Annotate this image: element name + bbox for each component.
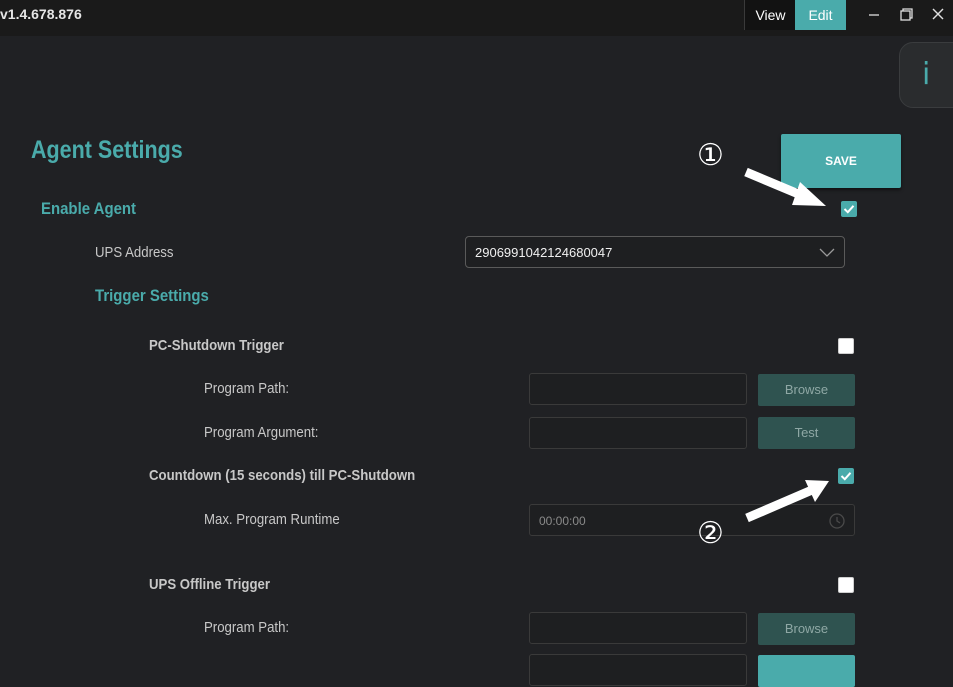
save-button[interactable]: SAVE: [781, 134, 901, 188]
ups-offline-trigger-checkbox[interactable]: [838, 577, 854, 593]
chevron-down-icon: [819, 248, 835, 257]
ups-offline-browse-button[interactable]: Browse: [758, 613, 855, 645]
annotation-arrows: [744, 167, 829, 523]
max-program-runtime-label: Max. Program Runtime: [204, 511, 340, 528]
pc-shutdown-program-argument-input[interactable]: [529, 417, 747, 449]
pc-shutdown-browse-button[interactable]: Browse: [758, 374, 855, 406]
ups-address-select[interactable]: 2906991042124680047: [465, 236, 845, 268]
edit-mode-button[interactable]: Edit: [795, 0, 846, 30]
pc-shutdown-program-path-label: Program Path:: [204, 380, 290, 397]
view-mode-button[interactable]: View: [744, 0, 796, 30]
pc-shutdown-program-argument-label: Program Argument:: [204, 424, 319, 441]
countdown-checkbox[interactable]: [838, 468, 854, 484]
ups-address-value: 2906991042124680047: [475, 245, 613, 260]
enable-agent-checkbox[interactable]: [841, 201, 857, 217]
minimize-icon: [869, 14, 879, 16]
check-icon: [843, 205, 855, 214]
ups-offline-test-button[interactable]: [758, 655, 855, 687]
callout-1: ①: [697, 138, 724, 173]
check-icon: [840, 472, 852, 481]
ups-address-label: UPS Address: [95, 244, 174, 261]
restore-icon: [900, 8, 913, 21]
app-version: v1.4.678.876: [0, 6, 82, 22]
max-program-runtime-value: 00:00:00: [539, 514, 586, 528]
ups-offline-program-path-input[interactable]: [529, 612, 747, 644]
ups-offline-program-path-label: Program Path:: [204, 619, 290, 636]
restore-button[interactable]: [892, 4, 920, 26]
minimize-button[interactable]: [860, 4, 888, 26]
ups-offline-program-argument-input[interactable]: [529, 654, 747, 686]
ups-offline-trigger-label: UPS Offline Trigger: [149, 576, 271, 593]
trigger-settings-label: Trigger Settings: [95, 286, 209, 305]
max-program-runtime-input[interactable]: 00:00:00: [529, 504, 855, 536]
pc-shutdown-test-button[interactable]: Test: [758, 417, 855, 449]
title-bar: v1.4.678.876 View Edit: [0, 0, 953, 36]
countdown-label: Countdown (15 seconds) till PC-Shutdown: [149, 467, 416, 484]
pc-shutdown-trigger-label: PC-Shutdown Trigger: [149, 337, 284, 354]
close-icon: [932, 8, 944, 20]
enable-agent-label: Enable Agent: [41, 199, 137, 218]
pc-shutdown-trigger-checkbox[interactable]: [838, 338, 854, 354]
clock-icon: [829, 513, 845, 529]
info-tab[interactable]: i: [899, 42, 953, 108]
page-title: Agent Settings: [31, 136, 183, 164]
close-button[interactable]: [924, 4, 952, 26]
info-icon: i: [922, 57, 931, 92]
callout-2: ②: [697, 516, 724, 551]
pc-shutdown-program-path-input[interactable]: [529, 373, 747, 405]
